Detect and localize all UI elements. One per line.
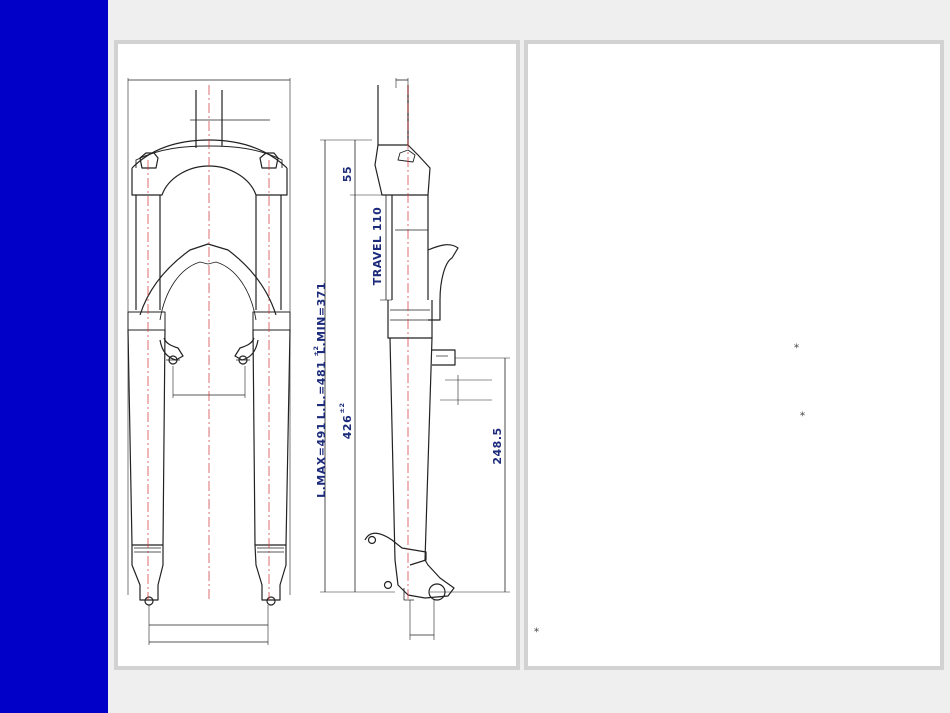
dim-l-min: L.MIN=371 bbox=[315, 282, 328, 354]
note-asterisk-icon: * bbox=[800, 411, 805, 422]
fork-technical-drawing: 55 TRAVEL 110 L.MIN=371 L.L.=481 ±2 L.MA… bbox=[127, 78, 510, 645]
dim-426-tolerance: ±2 bbox=[338, 403, 346, 414]
dim-l-max: L.MAX=491 bbox=[315, 422, 328, 498]
dim-height-55: 55 bbox=[341, 166, 354, 182]
dim-426: 426 bbox=[341, 415, 354, 439]
dim-l-l: L.L.=481 bbox=[315, 361, 328, 420]
dim-248: 248.5 bbox=[491, 427, 504, 464]
dim-travel: TRAVEL 110 bbox=[371, 207, 384, 286]
dim-l-l-tolerance: ±2 bbox=[312, 346, 320, 357]
side-view bbox=[320, 78, 510, 640]
note-asterisk-icon: * bbox=[794, 343, 799, 354]
note-asterisk-icon: * bbox=[534, 627, 539, 638]
centerlines bbox=[147, 85, 409, 600]
